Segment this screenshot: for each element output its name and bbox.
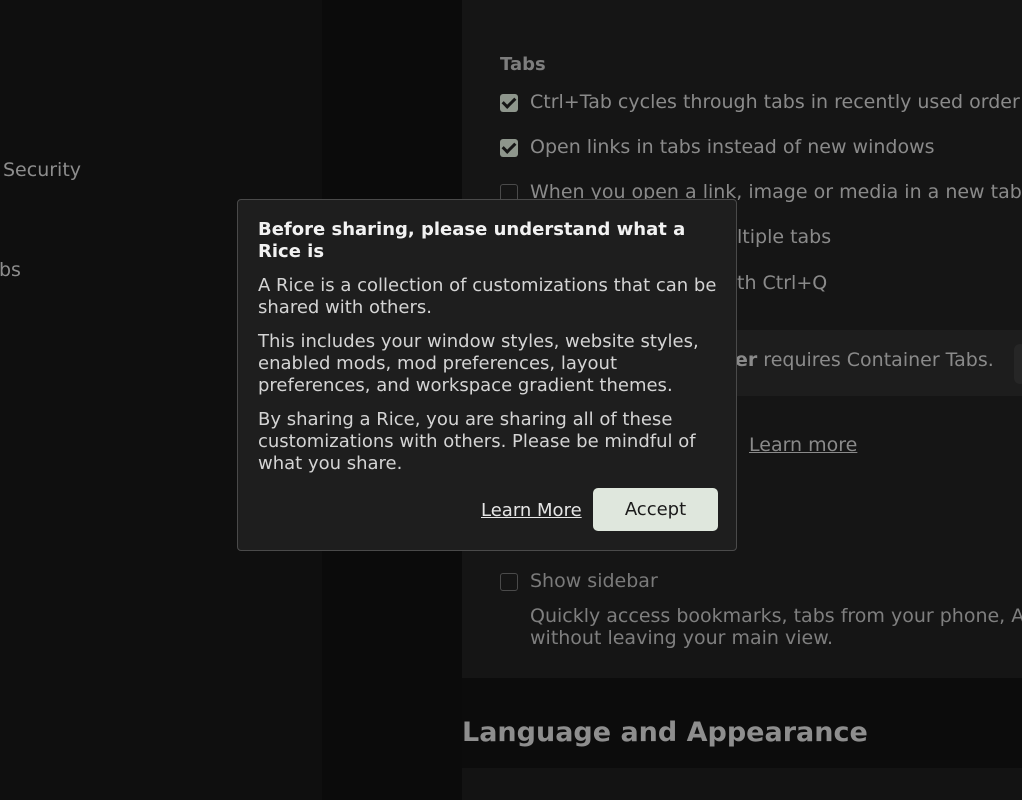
section-heading-language: Language and Appearance: [462, 717, 868, 748]
accept-button[interactable]: Accept: [593, 488, 718, 531]
dialog-paragraph: By sharing a Rice, you are sharing all o…: [258, 409, 696, 474]
rice-sharing-dialog: Before sharing, please understand what a…: [237, 199, 737, 551]
option-label: Open links in tabs instead of new window…: [530, 136, 935, 158]
option-label-partial: ltiple tabs: [737, 226, 832, 248]
dialog-title: Before sharing, please understand what a…: [258, 219, 686, 262]
checkbox-ctrl-tab[interactable]: [500, 94, 518, 112]
notice-bold-text: er: [735, 349, 758, 371]
dialog-paragraph: A Rice is a collection of customizations…: [258, 275, 717, 318]
checkbox-open-links[interactable]: [500, 139, 518, 157]
option-label: Ctrl+Tab cycles through tabs in recently…: [530, 91, 1020, 113]
sidebar-item-tabs[interactable]: bs: [0, 259, 21, 281]
sidebar-item-security[interactable]: Security: [3, 159, 81, 181]
chevron-down-icon: ˇ: [398, 0, 409, 13]
option-label: Show sidebar: [530, 570, 658, 592]
notice-button[interactable]: [1014, 344, 1022, 384]
checkbox-show-sidebar[interactable]: [500, 573, 518, 591]
section-title-tabs: Tabs: [500, 54, 546, 75]
notice-text: er requires Container Tabs.: [735, 349, 994, 371]
notice-rest-text: requires Container Tabs.: [757, 349, 994, 371]
option-label-partial: th Ctrl+Q: [737, 272, 828, 294]
learn-more-link[interactable]: Learn more: [749, 434, 857, 456]
language-settings-card: [462, 768, 1022, 800]
learn-more-link[interactable]: Learn More: [481, 500, 582, 521]
show-sidebar-description: Quickly access bookmarks, tabs from your…: [530, 605, 1022, 649]
dialog-paragraph: This includes your window styles, websit…: [258, 331, 699, 396]
